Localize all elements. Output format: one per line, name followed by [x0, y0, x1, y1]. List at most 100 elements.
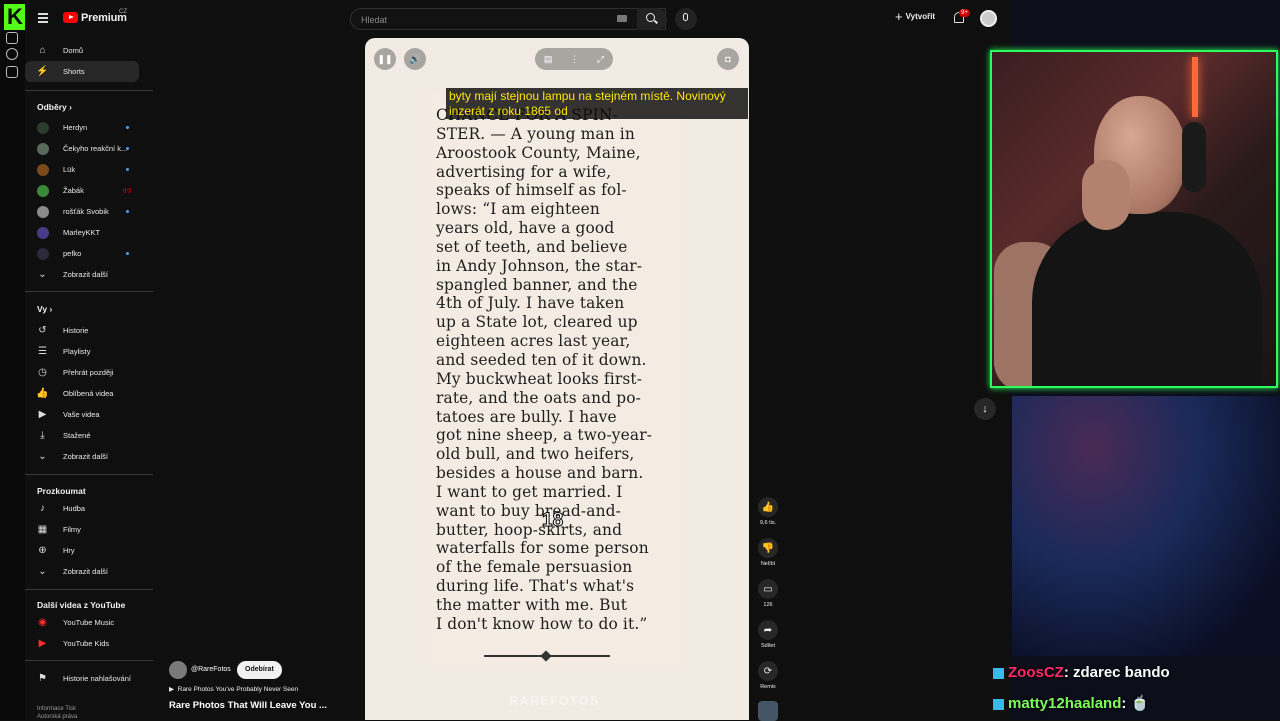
- sidebar-show-more-subs[interactable]: ⌄ Zobrazit další: [25, 264, 139, 285]
- article-line: tatoes are bully. I have: [436, 407, 617, 426]
- playlist-link[interactable]: ▶ Rare Photos You've Probably Never Seen: [169, 685, 298, 693]
- share-icon[interactable]: ➦: [758, 620, 778, 640]
- subscribe-button[interactable]: Odebírat: [237, 661, 282, 679]
- kick-logo-icon[interactable]: K: [4, 4, 26, 30]
- avatar[interactable]: [980, 10, 997, 27]
- movies-icon: ▦: [37, 524, 48, 535]
- video-title[interactable]: Rare Photos That Will Leave You ...: [169, 700, 327, 711]
- remix-icon[interactable]: ⟳: [758, 661, 778, 681]
- sidebar-item-your-videos[interactable]: ▶ Vaše videa: [25, 404, 139, 425]
- volume-button[interactable]: 🔊: [404, 48, 426, 70]
- remix-action[interactable]: ⟳ Remix: [758, 661, 778, 690]
- sidebar-item-liked[interactable]: 👍 Oblíbená videa: [25, 383, 139, 404]
- fullscreen-icon[interactable]: ⤢: [597, 54, 604, 65]
- sidebar-item-home[interactable]: ⌂ Domů: [25, 40, 139, 61]
- footer-links[interactable]: Informace Tisk Autorská práva: [37, 705, 77, 721]
- divider: [25, 291, 153, 292]
- channel-avatar: [37, 205, 49, 218]
- sidebar-item-luk[interactable]: Lük: [25, 159, 139, 180]
- sidebar-item-label: YouTube Music: [63, 618, 115, 627]
- channel-avatar[interactable]: [169, 661, 187, 679]
- newspaper-clipping: CHANCE FOR A SPIN-STER. — A young man in…: [428, 94, 686, 665]
- sidebar-item-music[interactable]: ♪ Hudba: [25, 498, 139, 519]
- pause-button[interactable]: ❚❚: [374, 48, 396, 70]
- top-bar: Premium CZ Hledat + Vytvořit 9+: [25, 0, 1010, 38]
- sidebar-item-gaming[interactable]: ⊕ Hry: [25, 540, 139, 561]
- youtube-music-icon: ◉: [38, 617, 47, 628]
- sidebar-item-watch-later[interactable]: ◷ Přehrát později: [25, 362, 139, 383]
- chevron-right-icon: ›: [69, 102, 72, 112]
- thumb-down-icon[interactable]: 👎: [758, 538, 778, 558]
- thumb-up-icon[interactable]: 👍: [758, 497, 778, 517]
- sidebar-item-label: pefko: [63, 249, 82, 258]
- sidebar-item-shorts[interactable]: ⚡ Shorts: [25, 61, 139, 82]
- sidebar-item-report-history[interactable]: ⚑ Historie nahlašování: [25, 668, 139, 689]
- sidebar-item-rostak-svobik[interactable]: rošťák Svobik: [25, 201, 139, 222]
- like-action[interactable]: 👍 9,6 tis.: [758, 497, 778, 526]
- flag-icon: ⚑: [38, 673, 47, 684]
- webcam-feed: [990, 50, 1278, 388]
- chat-message: ZoosCZ: zdarec bando: [993, 664, 1170, 681]
- article-line: besides a house and barn.: [436, 464, 644, 483]
- create-button[interactable]: + Vytvořit: [895, 10, 935, 23]
- comment-action[interactable]: ▭ 126: [758, 579, 778, 608]
- article-line: and seeded ten of it down.: [436, 350, 647, 369]
- comment-icon[interactable]: ▭: [758, 579, 778, 599]
- subscriptions-heading[interactable]: Odběry ›: [37, 102, 72, 112]
- sound-icon[interactable]: [758, 701, 778, 721]
- sidebar-item-label: Domů: [63, 46, 84, 55]
- more-from-youtube-heading: Další videa z YouTube: [37, 600, 126, 610]
- sidebar-item-cekyho[interactable]: Čekyho reakční k...: [25, 138, 139, 159]
- watermark: RAREFOTOS: [509, 693, 600, 708]
- clock-icon[interactable]: [6, 48, 18, 60]
- star-icon[interactable]: [6, 66, 18, 78]
- search-button[interactable]: [637, 8, 667, 30]
- sidebar-item-label: Shorts: [63, 67, 85, 76]
- sidebar-item-herdyn[interactable]: Herdyn: [25, 117, 139, 138]
- share-action[interactable]: ➦ Sdílet: [758, 620, 778, 649]
- article-line: old bull, and two heifers,: [436, 445, 635, 464]
- keyboard-icon[interactable]: [617, 15, 627, 22]
- sound-thumbnail[interactable]: [758, 701, 778, 721]
- sidebar-show-more-you[interactable]: ⌄ Zobrazit další: [25, 446, 139, 467]
- channel-name[interactable]: @RareFotos: [191, 666, 231, 673]
- sidebar-item-youtube-kids[interactable]: ▶ YouTube Kids: [25, 633, 139, 654]
- sidebar-item-label: Zobrazit další: [63, 452, 109, 461]
- sidebar-show-more-explore[interactable]: ⌄ Zobrazit další: [25, 561, 139, 582]
- sidebar-item-pefko[interactable]: pefko: [25, 243, 139, 264]
- subtitle-overlay: byty mají stejnou lampu na stejném místě…: [446, 88, 748, 119]
- dislike-action[interactable]: 👎 Nelíbí: [758, 538, 778, 567]
- you-heading[interactable]: Vy ›: [37, 304, 52, 314]
- sidebar-item-marleykkt[interactable]: MarleyKKT: [25, 222, 139, 243]
- sidebar-item-movies[interactable]: ▦ Filmy: [25, 519, 139, 540]
- new-content-dot: [126, 252, 129, 255]
- sidebar-item-zabak[interactable]: Žabák ((•)): [25, 180, 139, 201]
- sidebar-item-downloads[interactable]: ⤓ Stažené: [25, 425, 139, 446]
- home-icon: ⌂: [39, 45, 46, 56]
- next-short-button[interactable]: ↓: [974, 398, 996, 420]
- camera-button[interactable]: ◘: [717, 48, 739, 70]
- watch-later-icon: ◷: [38, 367, 47, 378]
- shorts-icon: ⚡: [36, 66, 49, 77]
- sidebar-item-youtube-music[interactable]: ◉ YouTube Music: [25, 612, 139, 633]
- more-icon[interactable]: ⋮: [570, 54, 579, 65]
- captions-icon[interactable]: ▤: [544, 54, 553, 65]
- new-content-dot: [126, 210, 129, 213]
- article-line: rate, and the oats and po-: [436, 388, 642, 407]
- sidebar-item-label: Historie nahlašování: [63, 674, 131, 683]
- history-icon: ↺: [38, 325, 47, 336]
- sidebar-item-history[interactable]: ↺ Historie: [25, 320, 139, 341]
- footer-line[interactable]: Informace Tisk: [37, 705, 77, 713]
- channel-info: @RareFotos Odebírat ▶ Rare Photos You've…: [169, 660, 364, 720]
- sidebar-item-label: Zobrazit další: [63, 270, 109, 279]
- sidebar-item-playlists[interactable]: ☰ Playlisty: [25, 341, 139, 362]
- subscriptions-heading-label: Odběry: [37, 102, 67, 112]
- article-line: waterfalls for some person: [436, 539, 649, 558]
- sidebar-item-label: Historie: [63, 326, 89, 335]
- app-icon[interactable]: [6, 32, 18, 44]
- menu-icon[interactable]: [38, 13, 48, 15]
- headset: [1182, 122, 1206, 192]
- youtube-logo-icon[interactable]: [63, 12, 78, 23]
- voice-search-button[interactable]: [675, 8, 697, 30]
- sidebar-item-label: Playlisty: [63, 347, 91, 356]
